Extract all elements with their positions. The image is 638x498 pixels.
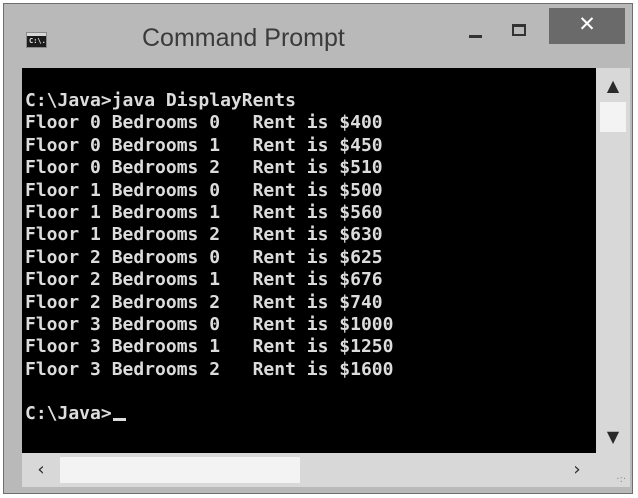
scroll-down-icon[interactable]: ▼ <box>596 425 630 449</box>
console-line: Floor 3 Bedrooms 2 Rent is $1600 <box>25 358 394 380</box>
console-line: Floor 2 Bedrooms 0 Rent is $625 <box>25 246 383 268</box>
console-line: Floor 0 Bedrooms 1 Rent is $450 <box>25 134 383 156</box>
console-line: Floor 3 Bedrooms 0 Rent is $1000 <box>25 313 394 335</box>
text-cursor <box>112 418 126 422</box>
horizontal-scrollbar[interactable]: ‹ › <box>22 453 596 487</box>
console-output[interactable]: C:\Java>java DisplayRents Floor 0 Bedroom… <box>22 68 596 453</box>
minimize-button[interactable] <box>460 18 492 46</box>
scroll-up-icon[interactable]: ▲ <box>596 74 630 98</box>
console-line: Floor 0 Bedrooms 2 Rent is $510 <box>25 157 383 179</box>
horizontal-scroll-thumb[interactable] <box>60 457 300 483</box>
scroll-right-icon[interactable]: › <box>562 453 592 487</box>
console-line: C:\Java>java DisplayRents <box>25 90 296 111</box>
console-line: Floor 2 Bedrooms 1 Rent is $676 <box>25 269 383 291</box>
title-bar[interactable]: C:\. Command Prompt ✕ <box>4 4 632 68</box>
console-prompt-line: C:\Java> <box>25 403 393 425</box>
console-line: Floor 1 Bedrooms 1 Rent is $560 <box>25 201 383 223</box>
maximize-button[interactable] <box>504 18 536 46</box>
close-button[interactable]: ✕ <box>549 8 625 44</box>
console-lines: C:\Java>java DisplayRents Floor 0 Bedroom… <box>25 90 393 426</box>
resize-grip-icon[interactable] <box>596 453 630 487</box>
close-icon: ✕ <box>578 12 596 36</box>
cmd-icon[interactable]: C:\. <box>26 32 47 48</box>
vertical-scroll-thumb[interactable] <box>600 102 626 132</box>
console-line: Floor 1 Bedrooms 0 Rent is $500 <box>25 179 383 201</box>
console-line: Floor 1 Bedrooms 2 Rent is $630 <box>25 224 383 246</box>
console-line: Floor 0 Bedrooms 0 Rent is $400 <box>25 112 383 134</box>
vertical-scrollbar[interactable]: ▲ ▼ <box>596 68 630 453</box>
cmd-icon-bar <box>27 33 46 36</box>
command-prompt-window: C:\. Command Prompt ✕ C:\Java>java Displ… <box>3 3 633 494</box>
window-title: Command Prompt <box>142 24 345 52</box>
console-line: Floor 2 Bedrooms 2 Rent is $740 <box>25 291 383 313</box>
scroll-left-icon[interactable]: ‹ <box>26 453 56 487</box>
console-line: Floor 3 Bedrooms 1 Rent is $1250 <box>25 336 394 358</box>
cmd-icon-text: C:\. <box>29 37 46 45</box>
